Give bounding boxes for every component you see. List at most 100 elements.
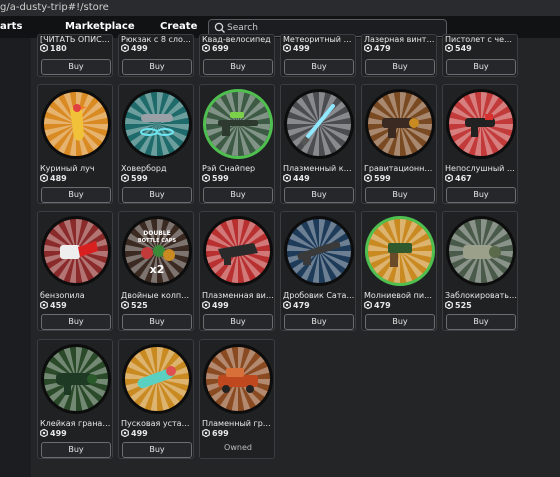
buy-button[interactable]: Buy xyxy=(41,59,111,75)
price-value: 699 xyxy=(212,44,229,53)
store-item-card: Молниевой пистолет479 Buy xyxy=(361,211,437,331)
store-item-card: Рэй Снайпер 599 Buy xyxy=(199,84,275,204)
item-name: Непослушный и милый xyxy=(445,164,517,173)
buy-button[interactable]: Buy xyxy=(41,442,111,458)
address-bar[interactable]: g/a-dusty-trip#!/store xyxy=(0,0,560,16)
robux-icon xyxy=(202,173,210,183)
price-value: 479 xyxy=(374,301,391,310)
store-item-card: Клейкая гранатомет499 Buy xyxy=(37,339,113,459)
price-value: 499 xyxy=(50,429,67,438)
store-item-card: Пусковая установка499 Buy xyxy=(118,339,194,459)
item-price: 499 xyxy=(283,43,310,54)
buy-button[interactable]: Buy xyxy=(284,187,354,203)
price-value: 599 xyxy=(374,174,391,183)
price-value: 180 xyxy=(50,44,67,53)
robux-icon xyxy=(40,300,48,310)
item-price: 489 xyxy=(40,173,67,184)
buy-button[interactable]: Buy xyxy=(446,187,516,203)
item-price: 499 xyxy=(121,428,148,439)
item-name: бензопила xyxy=(40,291,85,300)
owned-label: Owned xyxy=(224,443,252,452)
item-price: 479 xyxy=(364,43,391,54)
buy-button[interactable]: Buy xyxy=(365,59,435,75)
buy-button[interactable]: Buy xyxy=(365,314,435,330)
rubber-chicken-icon xyxy=(40,88,112,160)
robux-icon xyxy=(445,43,453,53)
gravity-gun-icon xyxy=(364,88,436,160)
chainsaw-icon xyxy=(40,215,112,287)
nav-item-carts[interactable]: arts xyxy=(0,16,22,38)
buy-button[interactable]: Buy xyxy=(203,59,273,75)
item-name: Гравитационный пистолет xyxy=(364,164,436,173)
buy-button[interactable]: Buy xyxy=(446,314,516,330)
item-price: 459 xyxy=(40,300,67,311)
price-value: 467 xyxy=(455,174,472,183)
store-item-card: Лазерная винтовка479Buy xyxy=(361,34,437,77)
buy-button[interactable]: Buy xyxy=(446,59,516,75)
buy-button[interactable]: Buy xyxy=(122,59,192,75)
store-item-card: бензопила 459 Buy xyxy=(37,211,113,331)
buy-button[interactable]: Buy xyxy=(365,187,435,203)
store-item-card: Куриный луч 489 Buy xyxy=(37,84,113,204)
item-price: 599 xyxy=(202,173,229,184)
buy-button[interactable]: Buy xyxy=(122,442,192,458)
store-item-card: [ЧИТАТЬ ОПИСАНИЕ]180Buy xyxy=(37,34,113,77)
store-item-card: Рюкзак с 8 слотами499Buy xyxy=(118,34,194,77)
robux-icon xyxy=(121,43,129,53)
buy-button[interactable]: Buy xyxy=(122,314,192,330)
buy-button[interactable]: Buy xyxy=(41,314,111,330)
store-item-card: Квад-велосипед 699 Buy xyxy=(199,34,275,77)
store-item-card: Плазменная винтовка499 Buy xyxy=(199,211,275,331)
robux-icon xyxy=(202,43,210,53)
buy-button[interactable]: Buy xyxy=(203,187,273,203)
robux-icon xyxy=(445,300,453,310)
item-price: 499 xyxy=(121,43,148,54)
price-value: 499 xyxy=(131,44,148,53)
item-price: 180 xyxy=(40,43,67,54)
store-item-card: DOUBLE BOTTLE CAPS x2 Двойные колпачки 52… xyxy=(118,211,194,331)
item-price: 599 xyxy=(121,173,148,184)
robux-icon xyxy=(364,300,372,310)
item-price: 525 xyxy=(121,300,148,311)
price-value: 599 xyxy=(131,174,148,183)
sniper-rifle-icon xyxy=(202,88,274,160)
item-name: Клейкая гранатомет xyxy=(40,419,112,428)
double-bottle-caps-icon: DOUBLE BOTTLE CAPS x2 xyxy=(121,215,193,287)
rocket-launcher-icon xyxy=(121,343,193,415)
robux-icon xyxy=(283,173,291,183)
item-price: 479 xyxy=(283,300,310,311)
item-price: 449 xyxy=(283,173,310,184)
price-value: 699 xyxy=(212,429,229,438)
store-item-card: Пистолет с черной дырой549Buy xyxy=(442,34,518,77)
buy-button[interactable]: Buy xyxy=(284,314,354,330)
shotgun-icon xyxy=(283,215,355,287)
item-name: Пусковая установка xyxy=(121,419,193,428)
item-name: Ховерборд xyxy=(121,164,167,173)
toy-blaster-icon xyxy=(445,88,517,160)
item-price: 499 xyxy=(202,300,229,311)
buy-button[interactable]: Buy xyxy=(41,187,111,203)
robux-icon xyxy=(364,43,372,53)
buy-button[interactable]: Buy xyxy=(203,314,273,330)
badge-multiplier: x2 xyxy=(150,263,165,276)
item-price: 699 xyxy=(202,428,229,439)
item-price: 549 xyxy=(445,43,472,54)
store-item-card: Плазменный клинок449 Buy xyxy=(280,84,356,204)
url-text: g/a-dusty-trip#!/store xyxy=(0,2,109,13)
robux-icon xyxy=(445,173,453,183)
plasma-rifle-icon xyxy=(202,215,274,287)
price-value: 599 xyxy=(212,174,229,183)
price-value: 525 xyxy=(131,301,148,310)
price-value: 499 xyxy=(131,429,148,438)
buy-button[interactable]: Buy xyxy=(122,187,192,203)
item-name: Пламенный грузовик xyxy=(202,419,274,428)
buy-button[interactable]: Buy xyxy=(284,59,354,75)
item-name: Куриный луч xyxy=(40,164,95,173)
item-price: 479 xyxy=(364,300,391,311)
price-value: 459 xyxy=(50,301,67,310)
price-value: 549 xyxy=(455,44,472,53)
store-item-card: Заблокировать пушку525 Buy xyxy=(442,211,518,331)
item-name: Двойные колпачки xyxy=(121,291,193,300)
robux-icon xyxy=(121,173,129,183)
item-price: 599 xyxy=(364,173,391,184)
